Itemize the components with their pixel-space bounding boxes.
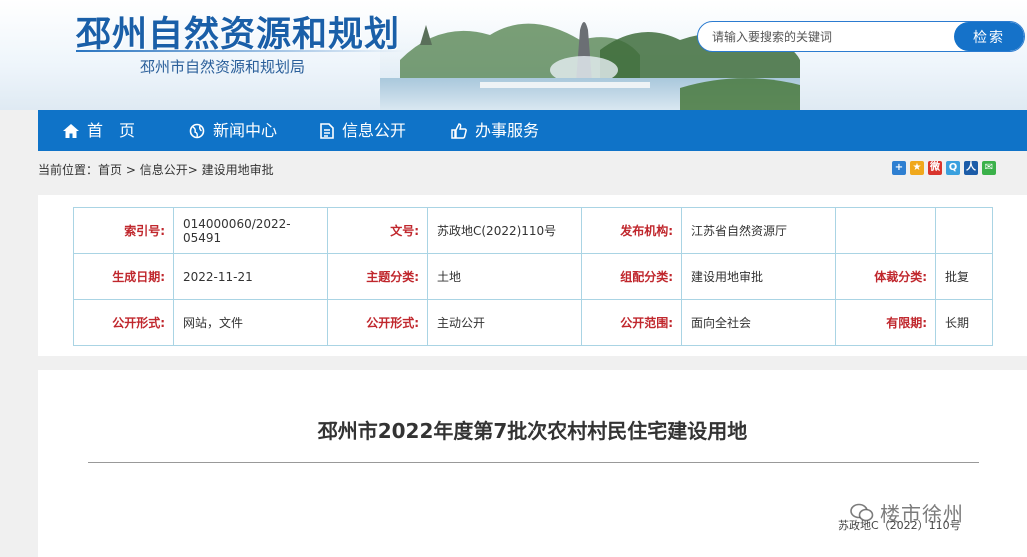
index-label: 索引号: [73, 207, 174, 254]
article-title: 邳州市2022年度第7批次农村村民住宅建设用地 [317, 419, 748, 443]
table-row: 公开形式: 网站，文件 公开形式: 主动公开 公开范围: 面向全社会 有限期: … [73, 299, 993, 346]
disclosure-value: 主动公开 [427, 299, 582, 346]
metadata-table: 索引号: 014000060/2022-05491 文号: 苏政地C(2022)… [73, 207, 993, 346]
thumbs-up-icon [451, 122, 467, 139]
nav-item-info[interactable]: 信息公开 [320, 110, 406, 151]
table-row: 索引号: 014000060/2022-05491 文号: 苏政地C(2022)… [73, 207, 993, 254]
format-value: 网站，文件 [173, 299, 328, 346]
breadcrumb-home[interactable]: 首页 [98, 163, 122, 177]
site-header: 邳州自然资源和规划 邳州市自然资源和规划局 检索 [0, 0, 1027, 110]
scope-label: 公开范围: [581, 299, 682, 346]
metadata-panel: 索引号: 014000060/2022-05491 文号: 苏政地C(2022)… [38, 195, 1027, 356]
format-label: 公开形式: [73, 299, 174, 346]
publisher-value: 江苏省自然资源厅 [681, 207, 836, 254]
search-box: 检索 [697, 21, 1025, 52]
disclosure-label: 公开形式: [327, 299, 428, 346]
breadcrumb-info[interactable]: 信息公开 [140, 163, 188, 177]
share-wechat-icon[interactable]: ✉ [982, 161, 996, 175]
scope-value: 面向全社会 [681, 299, 836, 346]
breadcrumb-prefix: 当前位置： [38, 163, 99, 177]
title-underline [76, 50, 406, 52]
date-label: 生成日期: [73, 253, 174, 300]
empty-cell [835, 207, 936, 254]
category-value: 建设用地审批 [681, 253, 836, 300]
share-icons: + ★ 微 Q 人 ✉ [892, 161, 996, 175]
search-button[interactable]: 检索 [954, 22, 1024, 51]
doc-number-label: 文号: [327, 207, 428, 254]
share-add-icon[interactable]: + [892, 161, 906, 175]
nav-item-label: 信息公开 [342, 121, 407, 140]
title-divider [88, 462, 979, 463]
breadcrumb: 当前位置：首页 > 信息公开> 建设用地审批 [38, 161, 274, 178]
topic-label: 主题分类: [327, 253, 428, 300]
nav-item-home[interactable]: 首 页 [63, 110, 135, 151]
breadcrumb-separator: > [122, 163, 140, 177]
breadcrumb-separator: > [187, 163, 202, 177]
breadcrumb-current[interactable]: 建设用地审批 [202, 163, 274, 177]
nav-item-label: 办事服务 [475, 121, 540, 140]
validity-value: 长期 [935, 299, 993, 346]
validity-label: 有限期: [835, 299, 936, 346]
nav-item-services[interactable]: 办事服务 [451, 110, 539, 151]
genre-value: 批复 [935, 253, 993, 300]
date-value: 2022-11-21 [173, 253, 328, 300]
nav-item-label: 首 页 [87, 121, 136, 140]
nav-item-news[interactable]: 新闻中心 [189, 110, 277, 151]
empty-cell [935, 207, 993, 254]
scenery-banner-image [380, 0, 800, 110]
share-renren-icon[interactable]: 人 [964, 161, 978, 175]
wechat-watermark-icon [850, 503, 874, 521]
watermark-text: 楼市徐州 [880, 502, 964, 526]
doc-number-value: 苏政地C(2022)110号 [427, 207, 582, 254]
table-row: 生成日期: 2022-11-21 主题分类: 土地 组配分类: 建设用地审批 体… [73, 253, 993, 300]
topic-value: 土地 [427, 253, 582, 300]
globe-icon [189, 123, 205, 138]
category-label: 组配分类: [581, 253, 682, 300]
home-icon [63, 123, 79, 138]
share-qzone-icon[interactable]: ★ [910, 161, 924, 175]
search-input[interactable] [712, 28, 942, 46]
publisher-label: 发布机构: [581, 207, 682, 254]
genre-label: 体裁分类: [835, 253, 936, 300]
share-weibo-icon[interactable]: 微 [928, 161, 942, 175]
nav-item-label: 新闻中心 [213, 121, 278, 140]
main-nav: 首 页 新闻中心 信息公开 办事服务 [38, 110, 1027, 151]
article-panel: 邳州市2022年度第7批次农村村民住宅建设用地 苏政地C（2022）110号 楼… [38, 370, 1027, 557]
share-qq-icon[interactable]: Q [946, 161, 960, 175]
watermark: 楼市徐州 [850, 498, 964, 527]
site-subtitle: 邳州市自然资源和规划局 [140, 58, 306, 76]
index-value: 014000060/2022-05491 [173, 207, 328, 254]
document-icon [320, 122, 334, 139]
